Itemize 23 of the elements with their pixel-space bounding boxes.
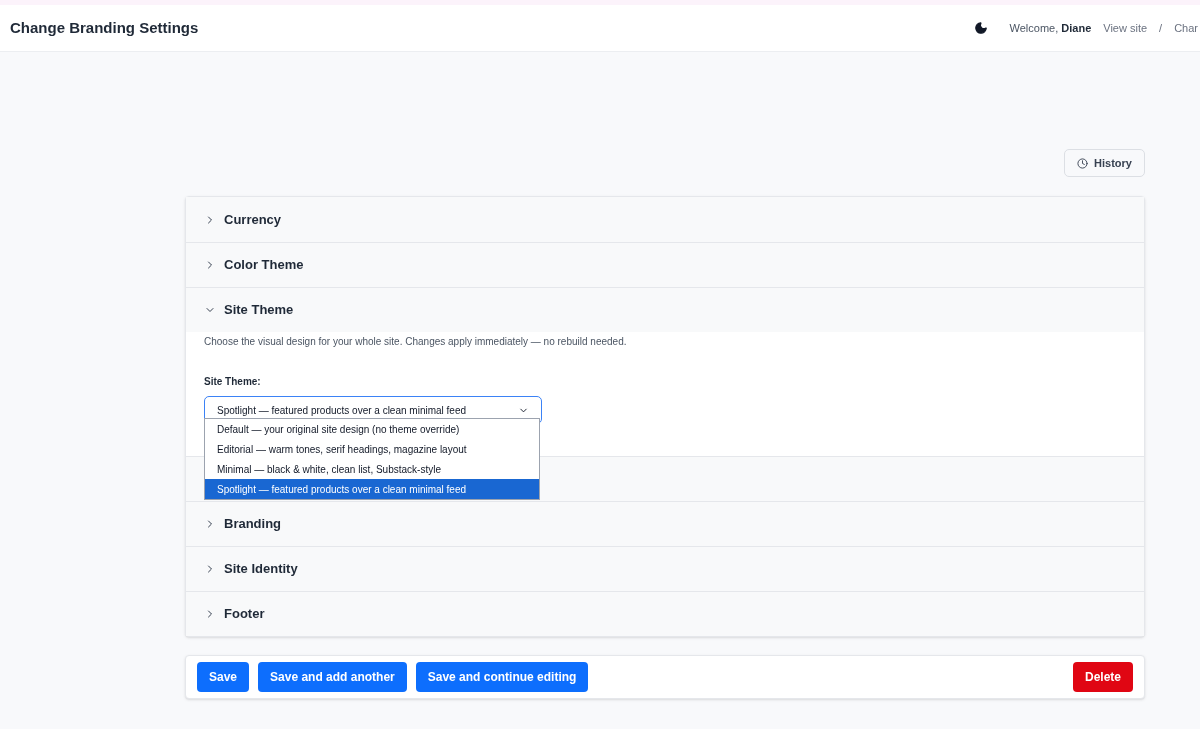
dropdown-option[interactable]: Minimal — black & white, clean list, Substack-style (205, 459, 539, 479)
history-button[interactable]: History (1064, 149, 1145, 177)
header-link[interactable]: View site (1103, 19, 1148, 37)
accordion-header[interactable]: Branding (186, 501, 1144, 546)
accordion-header[interactable]: Site Theme (186, 287, 1144, 332)
moon-icon[interactable] (973, 21, 988, 35)
header-link[interactable]: Char (1174, 19, 1198, 37)
dropdown-option[interactable]: Spotlight — featured products over a clean minimal feed (205, 479, 539, 499)
save-button[interactable]: Save and continue editing (415, 662, 589, 692)
accordion-header[interactable]: Footer (186, 591, 1144, 636)
page-title: Change Branding Settings (10, 17, 199, 38)
accordion-header[interactable]: Site Identity (186, 546, 1144, 591)
accordion-header[interactable]: Currency (186, 197, 1144, 242)
delete-button[interactable]: Delete (1072, 662, 1133, 692)
save-button[interactable]: Save and add another (258, 662, 407, 692)
field-label: Site Theme: (204, 375, 262, 389)
dropdown-option[interactable]: Editorial — warm tones, serif headings, magazine layout (205, 439, 539, 459)
welcome-text: Welcome, Diane (1009, 20, 1092, 36)
clock-icon (1077, 157, 1089, 169)
section-description: Choose the visual design for your whole site. Changes apply immediately — no rebuild needed. (204, 335, 628, 349)
save-button[interactable]: Save (197, 662, 250, 692)
breadcrumb-separator: / (1159, 20, 1163, 36)
accordion-header[interactable]: Color Theme (186, 242, 1144, 287)
